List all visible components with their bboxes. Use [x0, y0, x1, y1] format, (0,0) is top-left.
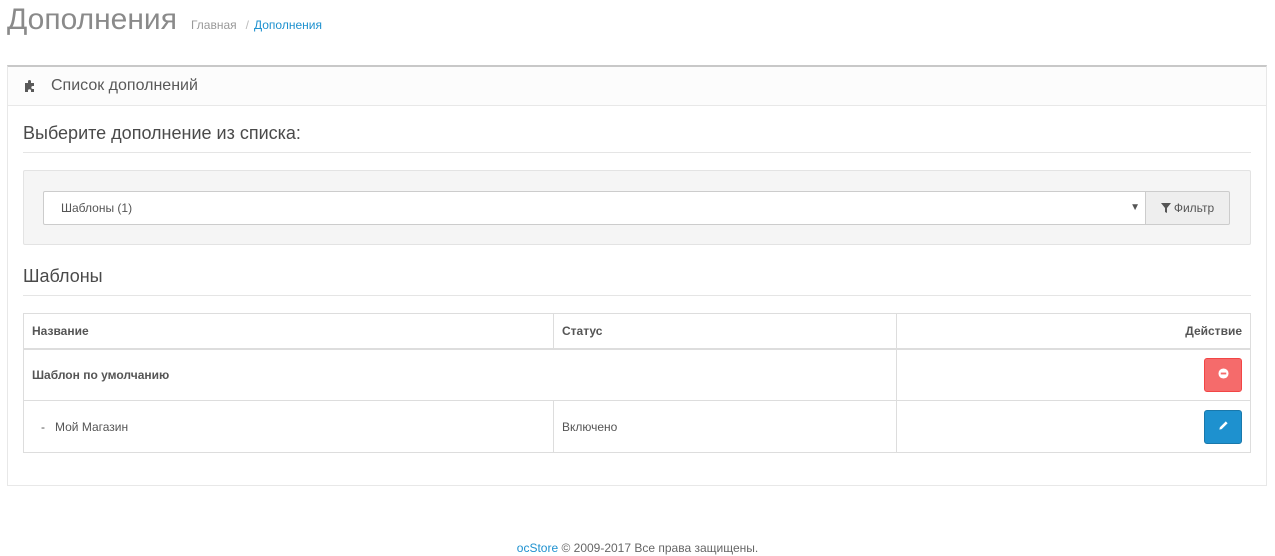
- page-title: Дополнения: [7, 3, 177, 36]
- uninstall-button[interactable]: [1204, 357, 1242, 392]
- breadcrumb-separator: /: [245, 18, 249, 32]
- table-row: - Мой Магазин Включено: [23, 400, 1251, 453]
- extensions-panel: Список дополнений Выберите дополнение из…: [7, 65, 1267, 486]
- breadcrumb-home-link[interactable]: Главная: [191, 18, 237, 32]
- page-header: Дополнения Главная / Дополнения: [7, 0, 322, 44]
- breadcrumb-current-link[interactable]: Дополнения: [254, 18, 322, 32]
- puzzle-icon: [23, 78, 39, 94]
- panel-heading: Список дополнений: [8, 67, 1266, 106]
- choose-extension-legend: Выберите дополнение из списка:: [23, 123, 1251, 153]
- column-header-status: Статус: [553, 313, 897, 350]
- filter-icon: [1160, 203, 1171, 213]
- column-header-name: Название: [23, 313, 554, 350]
- section-title: Шаблоны: [23, 266, 1251, 296]
- table-header-row: Название Статус Действие: [23, 313, 1251, 350]
- breadcrumb: Главная / Дополнения: [191, 18, 322, 32]
- row-prefix: -: [41, 419, 45, 434]
- extensions-table: Название Статус Действие Шаблон по умолч…: [23, 313, 1251, 453]
- minus-circle-icon: [1217, 367, 1229, 382]
- filter-well: Шаблоны (1) ▼ Фильтр: [23, 170, 1251, 245]
- filter-button[interactable]: Фильтр: [1145, 191, 1230, 225]
- panel-title: Список дополнений: [51, 77, 198, 94]
- extension-type-selected: Шаблоны (1): [61, 201, 133, 215]
- row-name: - Мой Магазин: [23, 400, 554, 453]
- row-name-text: Мой Магазин: [55, 419, 129, 434]
- table-row: Шаблон по умолчанию: [23, 348, 1251, 401]
- extension-type-select[interactable]: Шаблоны (1) ▼: [43, 191, 1146, 225]
- pencil-icon: [1218, 419, 1229, 434]
- footer: ocStore © 2009-2017 Все права защищены.: [0, 541, 1275, 555]
- footer-brand-link[interactable]: ocStore: [517, 541, 558, 555]
- row-action: [896, 348, 1251, 401]
- chevron-down-icon: ▼: [1130, 202, 1140, 213]
- row-name: Шаблон по умолчанию: [23, 348, 897, 401]
- row-status: Включено: [553, 400, 897, 453]
- footer-copyright: © 2009-2017 Все права защищены.: [561, 541, 759, 555]
- row-action: [896, 400, 1251, 453]
- edit-button[interactable]: [1204, 409, 1242, 444]
- column-header-action: Действие: [896, 313, 1251, 350]
- filter-button-label: Фильтр: [1173, 201, 1215, 215]
